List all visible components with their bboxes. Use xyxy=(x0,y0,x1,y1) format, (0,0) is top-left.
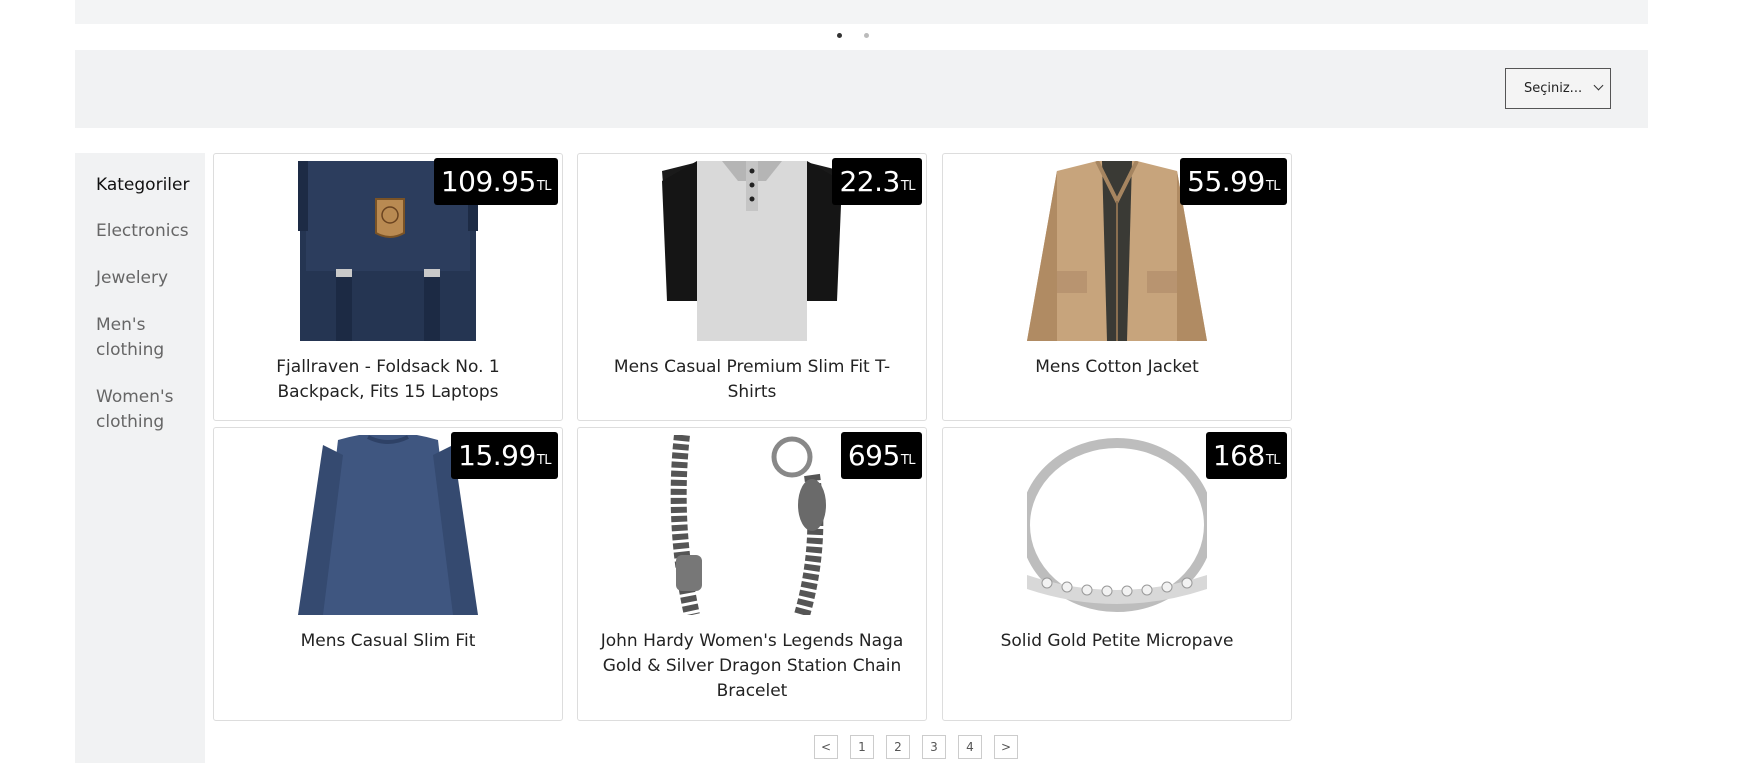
product-title: Solid Gold Petite Micropave xyxy=(1000,631,1234,651)
sidebar-item-electronics[interactable]: Electronics xyxy=(96,219,206,244)
pagination-page-2[interactable]: 2 xyxy=(886,735,910,759)
price-badge: 22.3 TL xyxy=(832,158,922,205)
currency-label: TL xyxy=(1265,179,1281,194)
pagination-next-button[interactable]: > xyxy=(994,735,1018,759)
product-image-bracelet xyxy=(662,435,842,615)
sidebar-item-jewelery[interactable]: Jewelery xyxy=(96,266,206,291)
carousel-dot-2[interactable] xyxy=(864,33,869,38)
pagination: < 1 2 3 4 > xyxy=(0,735,1762,763)
product-card[interactable]: 109.95 TL Fjallraven - Foldsack No. 1 Bac… xyxy=(213,153,563,421)
product-title: Fjallraven - Foldsack No. 1 Backpack, Fi… xyxy=(276,357,500,402)
pagination-page-1[interactable]: 1 xyxy=(850,735,874,759)
pagination-prev-button[interactable]: < xyxy=(814,735,838,759)
price-badge: 168 TL xyxy=(1205,432,1287,479)
price-value: 109.95 xyxy=(440,165,536,198)
product-card[interactable]: 15.99 TL Mens Casual Slim Fit xyxy=(213,427,563,721)
pagination-page-4[interactable]: 4 xyxy=(958,735,982,759)
carousel-banner xyxy=(75,0,1648,24)
product-title: John Hardy Women's Legends Naga Gold & S… xyxy=(600,631,904,701)
price-badge: 15.99 TL xyxy=(451,432,558,479)
sidebar-item-mens-clothing[interactable]: Men's clothing xyxy=(96,313,166,363)
carousel-dot-1[interactable] xyxy=(837,33,842,38)
sort-select[interactable]: Seçiniz... xyxy=(1505,68,1611,109)
price-badge: 55.99 TL xyxy=(1180,158,1287,205)
currency-label: TL xyxy=(1265,453,1281,468)
currency-label: TL xyxy=(536,179,552,194)
product-title: Mens Casual Slim Fit xyxy=(300,631,476,651)
price-value: 22.3 xyxy=(839,165,900,198)
price-value: 15.99 xyxy=(458,439,536,472)
product-card[interactable]: 168 TL Solid Gold Petite Micropave xyxy=(942,427,1292,721)
currency-label: TL xyxy=(536,453,552,468)
product-image-tshirt xyxy=(662,161,842,341)
carousel-indicators xyxy=(0,33,1762,43)
category-sidebar xyxy=(75,153,205,763)
product-card[interactable]: 22.3 TL Mens Casual Premium Slim Fit T-Sh… xyxy=(577,153,927,421)
sidebar-item-womens-clothing[interactable]: Women's clothing xyxy=(96,385,176,435)
pagination-page-3[interactable]: 3 xyxy=(922,735,946,759)
chevron-down-icon xyxy=(1593,80,1604,91)
product-card[interactable]: 695 TL John Hardy Women's Legends Naga Go… xyxy=(577,427,927,721)
price-value: 695 xyxy=(847,439,900,472)
sidebar-title: Kategoriler xyxy=(96,175,190,195)
sort-bar xyxy=(75,50,1648,128)
product-title: Mens Cotton Jacket xyxy=(1035,357,1199,377)
product-title: Mens Casual Premium Slim Fit T-Shirts xyxy=(613,357,891,402)
currency-label: TL xyxy=(900,453,916,468)
currency-label: TL xyxy=(900,179,916,194)
price-value: 168 xyxy=(1212,439,1265,472)
price-value: 55.99 xyxy=(1187,165,1265,198)
product-image-ring xyxy=(1027,435,1207,615)
sort-select-value: Seçiniz... xyxy=(1524,81,1583,96)
product-card[interactable]: 55.99 TL Mens Cotton Jacket xyxy=(942,153,1292,421)
price-badge: 109.95 TL xyxy=(433,158,558,205)
price-badge: 695 TL xyxy=(840,432,922,479)
